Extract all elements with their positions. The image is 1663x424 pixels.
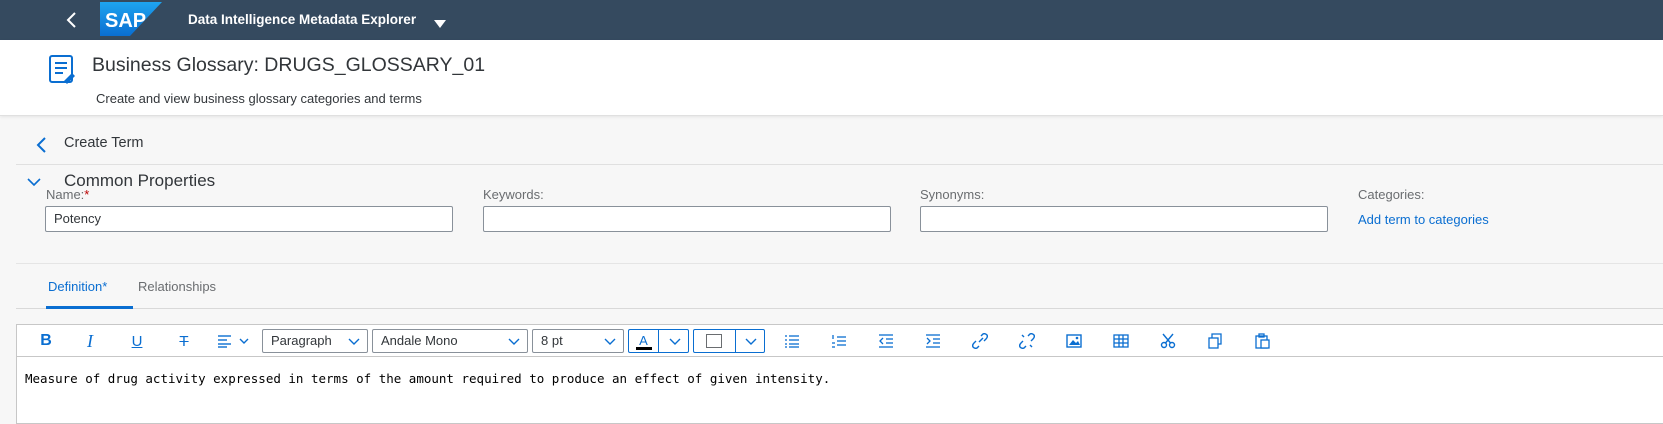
name-label: Name:*	[46, 187, 89, 202]
synonyms-label: Synonyms:	[920, 187, 985, 202]
definition-editor: B I U T Paragraph Andale Mono 8 pt A Mea…	[16, 324, 1663, 424]
text-color-icon[interactable]: A	[629, 330, 659, 352]
font-select-value: Andale Mono	[381, 333, 458, 348]
chevron-down-icon	[604, 338, 616, 345]
text-color-swatch	[636, 347, 652, 350]
copy-icon[interactable]	[1202, 329, 1228, 353]
caret-down-icon[interactable]	[434, 15, 446, 33]
editor-toolbar: B I U T Paragraph Andale Mono 8 pt A	[17, 325, 1663, 357]
create-term-bar: Create Term	[16, 125, 1663, 165]
strikethrough-icon[interactable]: T	[171, 329, 197, 353]
definition-text[interactable]: Measure of drug activity expressed in te…	[25, 371, 830, 386]
object-page-header: Business Glossary: DRUGS_GLOSSARY_01 Cre…	[0, 40, 1663, 116]
synonyms-field[interactable]	[920, 206, 1328, 232]
image-icon[interactable]	[1061, 329, 1087, 353]
font-size-select-value: 8 pt	[541, 333, 563, 348]
background-color-swatch	[706, 334, 722, 348]
background-color-icon[interactable]	[694, 330, 736, 352]
active-tab-indicator	[46, 306, 133, 309]
paste-icon[interactable]	[1249, 329, 1275, 353]
font-size-select[interactable]: 8 pt	[532, 329, 624, 353]
page-title: Business Glossary: DRUGS_GLOSSARY_01	[92, 54, 486, 76]
name-label-text: Name:	[46, 187, 85, 202]
sap-logo[interactable]: SAP	[100, 2, 162, 36]
required-marker: *	[84, 187, 90, 202]
align-menu-icon[interactable]	[214, 329, 254, 353]
app-title[interactable]: Data Intelligence Metadata Explorer	[188, 12, 416, 27]
background-color-picker[interactable]	[693, 329, 765, 353]
paragraph-select[interactable]: Paragraph	[262, 329, 368, 353]
table-icon[interactable]	[1108, 329, 1134, 353]
common-properties-panel: Common Properties Name:* Potency Keyword…	[16, 166, 1663, 264]
keywords-label: Keywords:	[483, 187, 544, 202]
categories-label: Categories:	[1358, 187, 1425, 202]
name-field[interactable]: Potency	[45, 206, 453, 232]
add-to-categories-link[interactable]: Add term to categories	[1358, 212, 1489, 227]
indent-icon[interactable]	[920, 329, 946, 353]
outdent-icon[interactable]	[873, 329, 899, 353]
font-select[interactable]: Andale Mono	[372, 329, 528, 353]
unlink-icon[interactable]	[1014, 329, 1040, 353]
tab-definition[interactable]: Definition*	[48, 279, 107, 294]
text-color-glyph: A	[639, 333, 648, 348]
tab-relationships[interactable]: Relationships	[138, 279, 216, 294]
text-color-picker[interactable]: A	[628, 329, 689, 353]
shell-bar: SAP Data Intelligence Metadata Explorer	[0, 0, 1663, 40]
glossary-icon	[46, 54, 76, 84]
link-icon[interactable]	[967, 329, 993, 353]
chevron-down-icon	[508, 338, 520, 345]
sap-logo-text: SAP	[105, 10, 146, 32]
italic-icon[interactable]: I	[77, 329, 103, 353]
cut-icon[interactable]	[1155, 329, 1181, 353]
chevron-down-icon[interactable]	[744, 334, 758, 348]
page-subtitle: Create and view business glossary catego…	[96, 91, 422, 106]
underline-icon[interactable]: U	[124, 329, 150, 353]
back-nav-icon[interactable]	[32, 135, 52, 155]
bold-icon[interactable]: B	[33, 329, 59, 353]
back-arrow-icon[interactable]	[60, 8, 84, 32]
chevron-down-icon	[348, 338, 360, 345]
keywords-field[interactable]	[483, 206, 891, 232]
create-term-label: Create Term	[64, 135, 144, 151]
numbered-list-icon[interactable]	[826, 329, 852, 353]
chevron-down-icon[interactable]	[26, 174, 42, 190]
tab-bar: Definition* Relationships	[16, 265, 1663, 309]
chevron-down-icon[interactable]	[668, 334, 682, 348]
paragraph-select-value: Paragraph	[271, 333, 332, 348]
bullet-list-icon[interactable]	[779, 329, 805, 353]
